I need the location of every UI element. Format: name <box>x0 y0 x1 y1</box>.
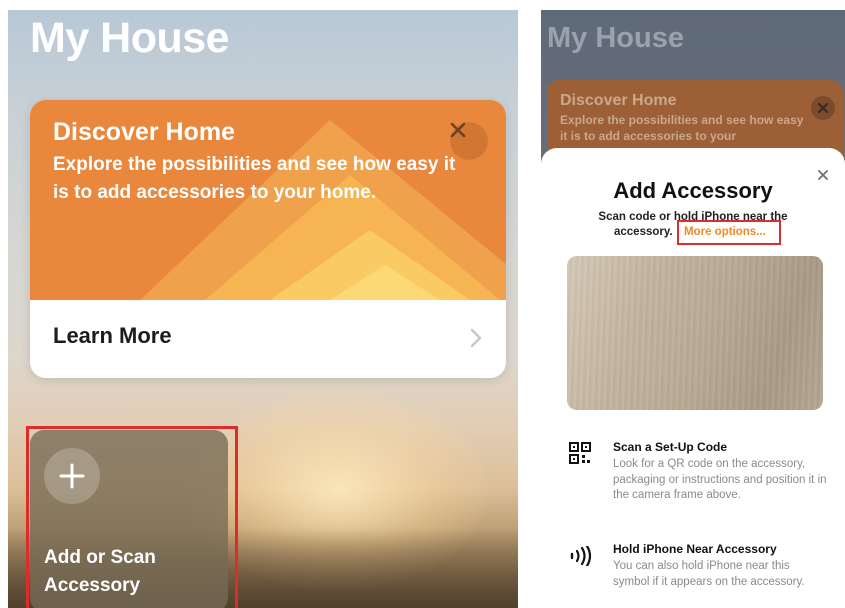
qr-code-icon <box>569 442 591 464</box>
scan-setup-code-description: Look for a QR code on the accessory, pac… <box>613 458 827 501</box>
background-close-button <box>811 96 835 120</box>
background-card-text: Explore the possibilities and see how ea… <box>560 113 804 143</box>
chevron-right-icon <box>470 328 482 348</box>
camera-viewfinder <box>567 256 823 410</box>
hold-iphone-near-accessory-description: You can also hold iPhone near this symbo… <box>613 560 805 588</box>
hold-iphone-near-accessory-title: Hold iPhone Near Accessory <box>613 542 777 556</box>
home-screen: My House Discover Home Explore the possi… <box>8 10 518 608</box>
sheet-subtitle: Scan code or hold iPhone near the <box>598 211 788 223</box>
plus-icon <box>59 463 85 489</box>
add-accessory-screen: My House Discover Home Explore the possi… <box>541 10 845 608</box>
discover-close-button[interactable] <box>450 122 488 160</box>
background-home-title: My House <box>547 22 684 54</box>
discover-card-text: Explore the possibilities and see how ea… <box>53 154 456 203</box>
more-options-link[interactable]: More options... <box>684 225 766 240</box>
sheet-subtitle-continued: accessory. <box>614 226 673 238</box>
plus-button <box>44 448 100 504</box>
background-card-title: Discover Home <box>560 92 677 109</box>
scan-setup-code-title: Scan a Set-Up Code <box>613 440 728 454</box>
discover-card-title: Discover Home <box>53 118 236 146</box>
home-title: My House <box>30 14 230 62</box>
close-icon <box>450 122 466 138</box>
discover-home-card[interactable]: Discover Home Explore the possibilities … <box>30 100 506 378</box>
sheet-title: Add Accessory <box>613 178 773 203</box>
add-or-scan-accessory-button[interactable]: Add or Scan Accessory <box>30 430 228 608</box>
discover-card-banner: Discover Home Explore the possibilities … <box>30 100 506 300</box>
add-accessory-label: Add or Scan Accessory <box>44 547 156 596</box>
learn-more-row[interactable]: Learn More <box>30 300 506 378</box>
nfc-icon <box>570 546 592 566</box>
close-icon <box>818 103 828 113</box>
learn-more-label: Learn More <box>53 323 172 348</box>
add-accessory-sheet: Add Accessory Scan code or hold iPhone n… <box>541 148 845 608</box>
